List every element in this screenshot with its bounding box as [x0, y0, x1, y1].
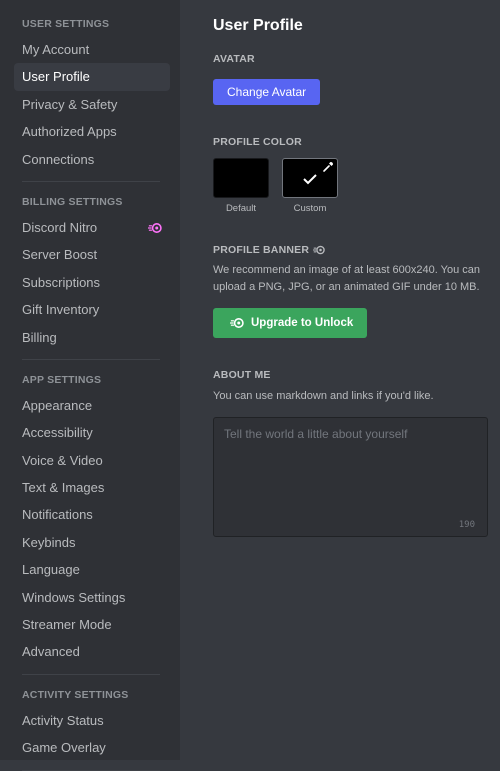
sidebar-item-connections[interactable]: Connections: [14, 146, 170, 173]
eyedropper-icon[interactable]: [322, 161, 334, 173]
user-profile-panel: User Profile AVATAR Change Avatar PROFIL…: [180, 0, 500, 760]
checkmark-icon: [303, 174, 317, 185]
sidebar-item-language[interactable]: Language: [14, 556, 170, 583]
page-title: User Profile: [213, 17, 303, 34]
sidebar-item-windows-settings[interactable]: Windows Settings: [14, 584, 170, 611]
section-header-user-settings: USER SETTINGS: [22, 18, 110, 30]
custom-color-option: Custom: [282, 158, 338, 214]
sidebar-item-discord-nitro[interactable]: Discord Nitro: [14, 214, 170, 241]
section-header-billing-settings: BILLING SETTINGS: [22, 195, 123, 208]
default-color-swatch[interactable]: [213, 158, 269, 198]
profile-banner-description: We recommend an image of at least 600x24…: [213, 264, 481, 293]
custom-color-swatch[interactable]: [282, 158, 338, 198]
nitro-icon: [313, 245, 325, 255]
profile-color-swatches: Default Custom: [213, 158, 500, 214]
sidebar-item-text-images[interactable]: Text & Images: [14, 474, 170, 501]
sidebar-item-activity-status[interactable]: Activity Status: [14, 707, 170, 734]
upgrade-button-label: Upgrade to Unlock: [251, 317, 354, 329]
change-avatar-button[interactable]: Change Avatar: [213, 79, 321, 105]
sidebar-item-advanced[interactable]: Advanced: [14, 638, 170, 665]
sidebar-item-keybinds[interactable]: Keybinds: [14, 529, 170, 556]
nitro-icon: [230, 318, 244, 328]
sidebar-item-my-account[interactable]: My Account: [14, 36, 170, 63]
sidebar-item-privacy-safety[interactable]: Privacy & Safety: [14, 91, 170, 118]
settings-sidebar: USER SETTINGS My Account User Profile Pr…: [0, 0, 180, 771]
upgrade-to-unlock-button[interactable]: Upgrade to Unlock: [213, 308, 368, 338]
sidebar-divider: [22, 358, 160, 360]
profile-banner-label: PROFILE BANNER: [213, 244, 310, 256]
sidebar-item-notifications[interactable]: Notifications: [14, 501, 170, 528]
about-me-label: ABOUT ME: [213, 369, 271, 381]
section-header-activity-settings: ACTIVITY SETTINGS: [22, 688, 129, 701]
profile-color-label: PROFILE COLOR: [213, 136, 302, 148]
sidebar-divider: [22, 769, 160, 771]
about-me-textarea[interactable]: Tell the world a little about yourself 1…: [213, 417, 488, 537]
sidebar-item-billing[interactable]: Billing: [14, 324, 170, 351]
sidebar-item-server-boost[interactable]: Server Boost: [14, 241, 170, 268]
sidebar-item-gift-inventory[interactable]: Gift Inventory: [14, 296, 170, 323]
sidebar-item-voice-video[interactable]: Voice & Video: [14, 447, 170, 474]
default-color-option: Default: [213, 158, 269, 214]
sidebar-item-streamer-mode[interactable]: Streamer Mode: [14, 611, 170, 638]
default-color-caption: Default: [225, 203, 257, 214]
sidebar-item-user-profile[interactable]: User Profile: [14, 63, 170, 91]
character-counter: 190: [458, 520, 475, 530]
section-header-app-settings: APP SETTINGS: [22, 373, 102, 386]
sidebar-item-accessibility[interactable]: Accessibility: [14, 419, 170, 446]
about-me-description: You can use markdown and links if you'd …: [213, 390, 434, 402]
sidebar-divider: [22, 180, 160, 182]
sidebar-item-game-overlay[interactable]: Game Overlay: [14, 734, 170, 761]
avatar-label: AVATAR: [213, 53, 255, 65]
sidebar-item-subscriptions[interactable]: Subscriptions: [14, 269, 170, 296]
nitro-icon: [148, 222, 162, 233]
about-me-placeholder: Tell the world a little about yourself: [224, 427, 408, 441]
sidebar-item-authorized-apps[interactable]: Authorized Apps: [14, 118, 170, 145]
sidebar-item-appearance[interactable]: Appearance: [14, 392, 170, 419]
sidebar-divider: [22, 673, 160, 675]
custom-color-caption: Custom: [293, 203, 327, 214]
sidebar-item-label: Discord Nitro: [22, 219, 98, 235]
